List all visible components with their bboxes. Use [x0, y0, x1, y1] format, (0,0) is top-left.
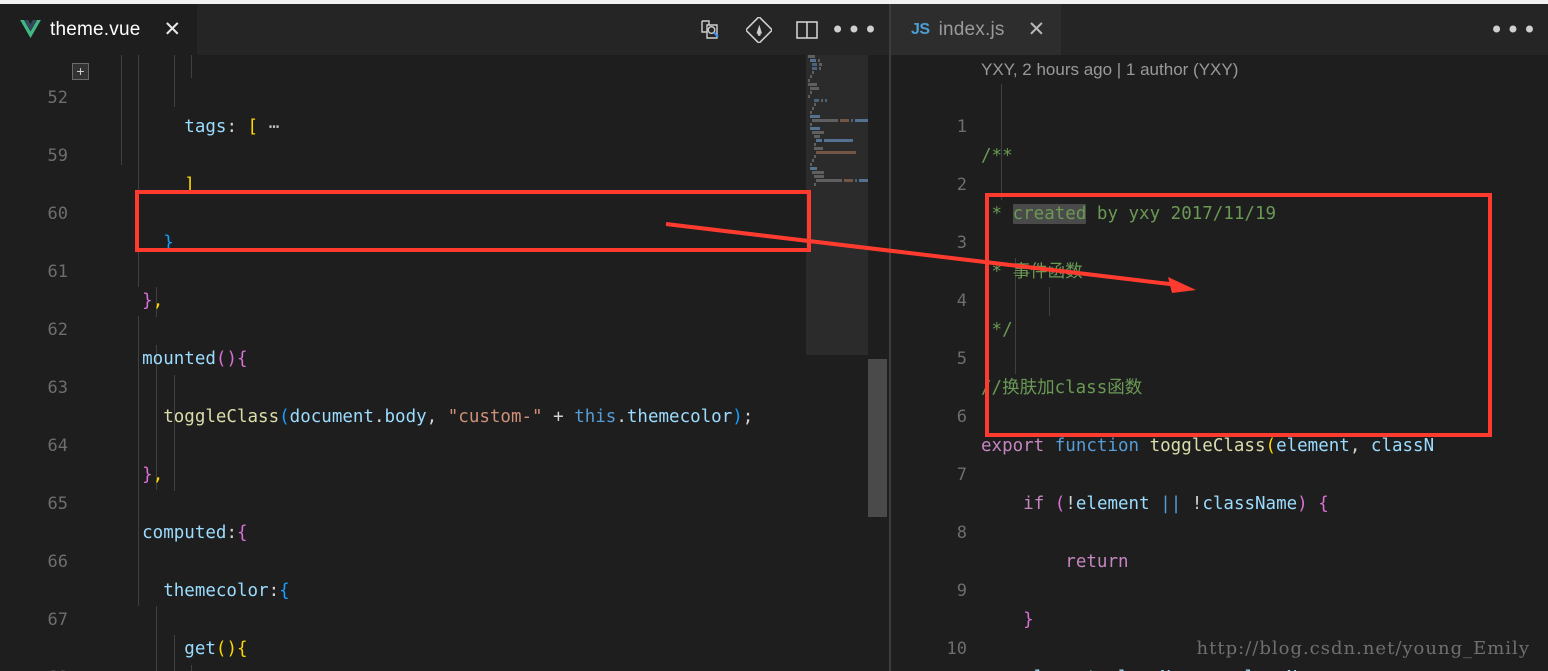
- line-number: 66: [47, 552, 68, 572]
- js-file-icon: JS: [911, 20, 930, 38]
- line-number: 52: [47, 88, 68, 108]
- line-number: 10: [946, 639, 967, 659]
- code-row[interactable]: 65 computed:{: [0, 461, 248, 543]
- minimap-left[interactable]: [806, 55, 868, 671]
- tab-index-js[interactable]: JS index.js ✕: [891, 4, 1062, 55]
- more-actions-icon[interactable]: •••: [1489, 4, 1539, 55]
- tabbar-left-empty: [197, 4, 687, 55]
- more-actions-icon[interactable]: •••: [830, 4, 880, 55]
- line-number: 67: [47, 610, 68, 630]
- code-row[interactable]: 8 return: [891, 490, 1129, 572]
- code-row[interactable]: 3 * 事件函数: [891, 200, 1083, 282]
- tab-label: index.js: [938, 18, 1005, 40]
- code-row[interactable]: 61 },: [0, 229, 164, 311]
- code-text: element.className = className;: [981, 664, 1339, 671]
- code-text: },: [100, 291, 164, 311]
- code-text: if (!element || !className) {: [1023, 494, 1329, 514]
- line-number: 1: [956, 117, 967, 137]
- code-row[interactable]: 7 if (!element || !className) {: [891, 432, 1329, 514]
- code-row[interactable]: 5 //换肤加class函数: [891, 316, 1143, 398]
- code-row[interactable]: 66 themecolor:{: [0, 519, 290, 601]
- vertical-scrollbar-left[interactable]: [868, 359, 887, 517]
- editor-actions-right: •••: [1489, 4, 1548, 55]
- line-number: 6: [956, 407, 967, 427]
- code-row[interactable]: 64 },: [0, 403, 164, 485]
- code-row[interactable]: 6 export function toggleClass(element, c…: [891, 374, 1434, 456]
- code-text: get(){: [100, 639, 248, 659]
- code-text: tags: [ ⋯: [100, 117, 281, 137]
- line-number: 4: [956, 291, 967, 311]
- git-blame-annotation: YXY, 2 hours ago | 1 author (YXY): [981, 60, 1239, 79]
- code-row[interactable]: 10 element.className = className;: [891, 606, 1340, 671]
- tab-theme-vue[interactable]: theme.vue ✕: [0, 4, 198, 55]
- line-number: 8: [956, 523, 967, 543]
- git-compare-icon[interactable]: [735, 4, 783, 55]
- line-number: 61: [47, 262, 68, 282]
- line-number: 7: [956, 465, 967, 485]
- line-number: 68: [6, 664, 68, 671]
- tabbar-left: theme.vue ✕ •••: [0, 4, 889, 55]
- code-row[interactable]: 63 toggleClass(document.body, "custom-" …: [0, 345, 754, 427]
- code-text: return: [1065, 552, 1129, 572]
- editor-left[interactable]: + 52 tags: [ ⋯ 59 ] 60} 61}, 62 mounte…: [0, 55, 889, 671]
- code-row[interactable]: 52 tags: [ ⋯: [0, 55, 280, 137]
- line-number: 63: [47, 378, 68, 398]
- code-row[interactable]: 1 /**: [891, 84, 1013, 166]
- annotation-box-right: [985, 193, 1492, 437]
- code-row[interactable]: 62 mounted(){: [0, 287, 248, 369]
- line-number: 5: [956, 349, 967, 369]
- annotation-box-left: [135, 190, 811, 252]
- close-icon[interactable]: ✕: [1028, 19, 1046, 40]
- code-lines-right: 1 /** 2 * created by yxy 2017/11/19 3 * …: [891, 55, 1435, 671]
- code-row[interactable]: 67 get(){: [0, 577, 248, 659]
- vscode-window: theme.vue ✕ ••• + 52 tags: [⋯ 59] 60}…: [0, 0, 1548, 671]
- code-row[interactable]: 4 */: [891, 258, 1013, 340]
- tab-label: theme.vue: [50, 18, 141, 40]
- line-number: 62: [47, 320, 68, 340]
- code-row[interactable]: 59 ]: [0, 113, 195, 195]
- code-text: computed:{: [100, 523, 248, 543]
- minimap-slider[interactable]: [806, 55, 868, 355]
- more-actions-label: •••: [1489, 15, 1539, 44]
- tabbar-right: JS index.js ✕ •••: [891, 4, 1548, 55]
- code-row[interactable]: 11 }: [891, 664, 996, 671]
- line-number: 2: [956, 175, 967, 195]
- code-text: toggleClass(document.body, "custom-" + t…: [163, 407, 754, 427]
- code-lines-left: 52 tags: [ ⋯ 59 ] 60 } 61 }, 62 mounted(…: [0, 55, 754, 671]
- editor-group-left: theme.vue ✕ ••• + 52 tags: [⋯ 59] 60}…: [0, 4, 889, 671]
- vue-logo-icon: [20, 20, 41, 39]
- line-number: 64: [47, 436, 68, 456]
- code-row[interactable]: 68 return this.$store.state.themecolor;: [0, 635, 105, 671]
- line-number: 3: [956, 233, 967, 253]
- line-number: 60: [47, 204, 68, 224]
- code-row[interactable]: 9 }: [891, 548, 1034, 630]
- line-number: 9: [956, 581, 967, 601]
- editor-actions-left: •••: [687, 4, 889, 55]
- line-number: 65: [47, 494, 68, 514]
- line-number: 59: [47, 146, 68, 166]
- code-row[interactable]: 60 }: [0, 171, 174, 253]
- code-text: mounted(){: [100, 349, 248, 369]
- tabbar-right-empty: [1061, 4, 1490, 55]
- code-text: themecolor:{: [100, 581, 290, 601]
- open-preview-icon[interactable]: [687, 4, 735, 55]
- code-row[interactable]: 2 * created by yxy 2017/11/19: [891, 142, 1276, 224]
- watermark: http://blog.csdn.net/young_Emily: [1196, 638, 1530, 659]
- more-actions-label: •••: [830, 15, 880, 44]
- split-editor-icon[interactable]: [783, 4, 831, 55]
- close-icon[interactable]: ✕: [164, 19, 182, 40]
- code-text: },: [100, 465, 164, 485]
